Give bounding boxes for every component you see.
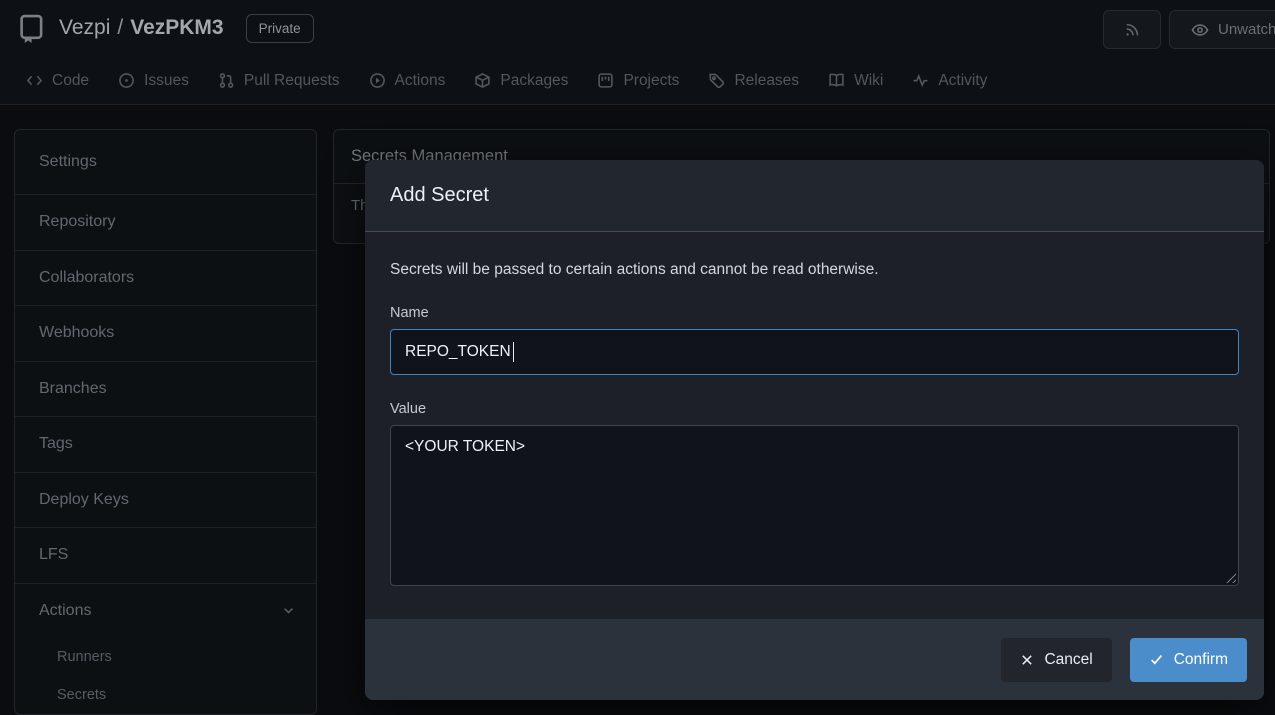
- rss-button[interactable]: [1103, 10, 1161, 49]
- sidebar-item-deploy-keys[interactable]: Deploy Keys: [15, 472, 316, 528]
- tab-pull-requests[interactable]: Pull Requests: [218, 72, 340, 90]
- pulse-icon: [912, 72, 929, 89]
- code-icon: [26, 72, 43, 89]
- repo-header: Vezpi / VezPKM3 Private: [16, 13, 314, 43]
- tab-code[interactable]: Code: [26, 72, 89, 90]
- modal-footer: Cancel Confirm: [365, 619, 1264, 700]
- git-pull-request-icon: [218, 72, 235, 89]
- name-field-label: Name: [390, 305, 1239, 321]
- text-cursor: [513, 342, 515, 362]
- tab-wiki[interactable]: Wiki: [828, 72, 883, 90]
- sidebar-item-collaborators[interactable]: Collaborators: [15, 250, 316, 306]
- top-navbar: Vezpi / VezPKM3 Private Unwatch: [0, 0, 1275, 57]
- confirm-button[interactable]: Confirm: [1130, 638, 1247, 682]
- eye-icon: [1191, 21, 1209, 39]
- tag-icon: [708, 72, 725, 89]
- sidebar-item-webhooks[interactable]: Webhooks: [15, 305, 316, 361]
- x-icon: [1020, 653, 1034, 667]
- sidebar-item-actions[interactable]: Actions: [15, 583, 316, 639]
- project-board-icon: [597, 72, 614, 89]
- add-secret-modal: Add Secret Secrets will be passed to cer…: [365, 160, 1264, 700]
- book-open-icon: [828, 72, 845, 89]
- textarea-resize-handle[interactable]: [1223, 570, 1236, 583]
- tab-releases[interactable]: Releases: [708, 72, 799, 90]
- repo-owner-link[interactable]: Vezpi: [59, 16, 110, 40]
- repo-title-separator: /: [117, 16, 123, 40]
- private-badge: Private: [246, 14, 314, 43]
- unwatch-button[interactable]: Unwatch: [1169, 10, 1275, 49]
- settings-sidebar: Settings Repository Collaborators Webhoo…: [14, 129, 317, 715]
- value-field-label: Value: [390, 401, 1239, 417]
- secret-name-value: REPO_TOKEN: [405, 343, 511, 361]
- cancel-button[interactable]: Cancel: [1001, 638, 1111, 682]
- secret-name-input[interactable]: REPO_TOKEN: [390, 329, 1239, 375]
- chevron-down-icon: [281, 603, 296, 618]
- modal-title: Add Secret: [390, 184, 489, 207]
- navbar-actions: Unwatch: [1103, 10, 1275, 49]
- tab-projects[interactable]: Projects: [597, 72, 679, 90]
- modal-description: Secrets will be passed to certain action…: [390, 232, 1239, 279]
- sidebar-subitem-secrets[interactable]: Secrets: [15, 676, 316, 714]
- sidebar-subitem-runners[interactable]: Runners: [15, 638, 316, 676]
- tab-packages[interactable]: Packages: [474, 72, 568, 90]
- sidebar-item-branches[interactable]: Branches: [15, 361, 316, 417]
- secret-value-textarea[interactable]: <YOUR TOKEN>: [390, 425, 1239, 586]
- sidebar-item-settings[interactable]: Settings: [15, 130, 316, 194]
- tab-issues[interactable]: Issues: [118, 72, 189, 90]
- unwatch-label: Unwatch: [1218, 21, 1275, 38]
- repo-tabbar: Code Issues Pull Requests Actions Packag…: [0, 57, 1275, 105]
- tab-activity[interactable]: Activity: [912, 72, 987, 90]
- package-icon: [474, 72, 491, 89]
- repo-book-icon: [16, 13, 46, 43]
- check-icon: [1149, 652, 1164, 667]
- rss-icon: [1124, 21, 1141, 38]
- tab-actions[interactable]: Actions: [369, 72, 446, 90]
- modal-header: Add Secret: [365, 160, 1264, 232]
- sidebar-item-lfs[interactable]: LFS: [15, 527, 316, 583]
- modal-body: Secrets will be passed to certain action…: [365, 232, 1264, 586]
- secret-value-text: <YOUR TOKEN>: [405, 438, 525, 455]
- issue-opened-icon: [118, 72, 135, 89]
- play-circle-icon: [369, 72, 386, 89]
- repo-name-link[interactable]: VezPKM3: [130, 16, 223, 40]
- sidebar-item-tags[interactable]: Tags: [15, 416, 316, 472]
- sidebar-item-repository[interactable]: Repository: [15, 194, 316, 250]
- repo-title: Vezpi / VezPKM3: [59, 16, 224, 40]
